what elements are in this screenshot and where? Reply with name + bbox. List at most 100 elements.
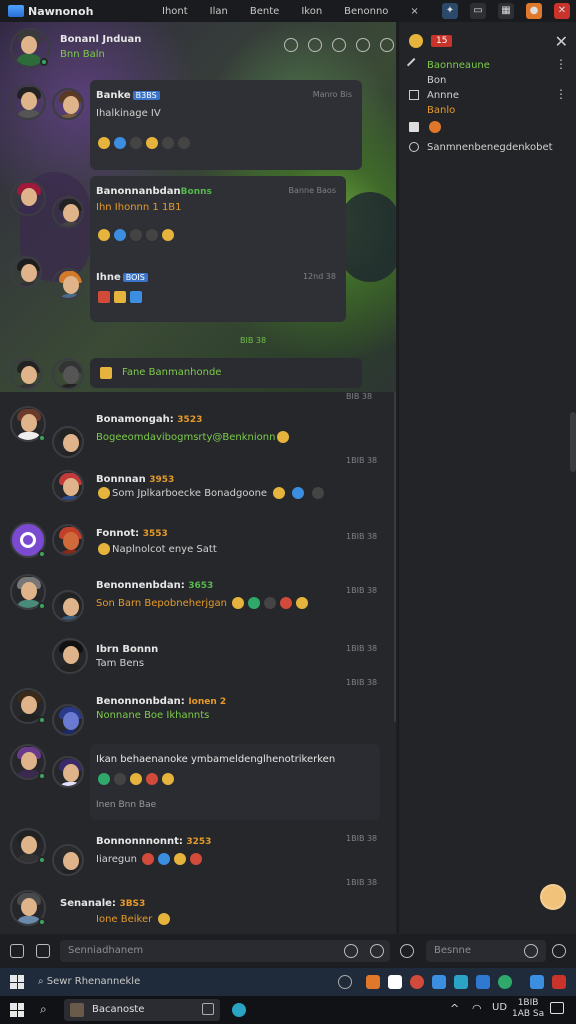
pin-icon[interactable] (356, 38, 370, 52)
avatar[interactable] (10, 84, 46, 120)
mail-icon[interactable] (476, 975, 490, 989)
window-icon[interactable]: ▭ (470, 3, 486, 19)
menu-item-4[interactable]: Ikon (297, 4, 326, 19)
avatar[interactable] (52, 358, 84, 390)
emoji-icon[interactable] (524, 944, 538, 958)
panel-item[interactable]: Baonneaune Bon ⋮ (406, 57, 567, 88)
folder-icon[interactable] (366, 975, 380, 989)
edge-icon[interactable] (232, 1003, 246, 1017)
search-icon[interactable]: ⌕ (38, 976, 44, 987)
avatar[interactable] (52, 756, 84, 788)
panel-scrollbar[interactable] (570, 412, 576, 472)
chat-icon[interactable] (530, 975, 544, 989)
message-author[interactable]: Benonnenbdan: (96, 580, 185, 591)
chat-scrollbar[interactable] (394, 392, 396, 722)
spotify-icon[interactable] (498, 975, 512, 989)
notification-center-icon[interactable] (550, 1002, 564, 1014)
more-options-icon[interactable]: ⋮ (555, 58, 567, 70)
search-icon[interactable]: ⌕ (40, 1002, 47, 1017)
reaction-row[interactable] (96, 772, 176, 785)
message-author[interactable]: Banonnanbdan (96, 186, 181, 197)
power-icon[interactable] (552, 975, 566, 989)
edge-icon[interactable] (454, 975, 468, 989)
windows-start-icon[interactable] (10, 975, 24, 989)
avatar[interactable] (52, 844, 84, 876)
reaction-row[interactable] (96, 228, 176, 241)
side-panel: 15 ✕ Baonneaune Bon ⋮ Annne Banlo ⋮ Sanmne… (398, 22, 576, 934)
avatar[interactable] (52, 268, 84, 300)
reaction-row[interactable] (96, 136, 192, 149)
panel-item[interactable]: Annne Banlo ⋮ (409, 88, 567, 118)
avatar[interactable] (10, 180, 46, 216)
message-subtext: Inen Bnn Bae (96, 800, 157, 810)
panel-item[interactable]: Sanmnenbenegdenkobet (409, 140, 567, 155)
menu-item-2[interactable]: Ilan (206, 4, 232, 19)
globe-icon[interactable] (370, 944, 384, 958)
message-bubble: Banke B3BS Manro Bis Ihalkinage IV (90, 80, 362, 170)
message-author[interactable]: Banke (96, 90, 131, 101)
message-author[interactable]: Senanale: (60, 898, 116, 909)
chevron-up-icon[interactable]: ^ (450, 1002, 459, 1015)
message-bubble: Ikan behaenanoke ymbameldenglhenotrikerk… (90, 744, 380, 820)
app-icon[interactable] (388, 975, 402, 989)
calendar-icon[interactable]: ▦ (498, 3, 514, 19)
avatar[interactable] (52, 590, 84, 622)
more-options-icon[interactable]: ⋮ (555, 88, 567, 100)
share-icon[interactable] (284, 38, 298, 52)
message-author[interactable]: Bonnonnnonnt: (96, 836, 183, 847)
message-author[interactable]: Benonnonbdan: (96, 696, 185, 707)
close-icon[interactable]: ✕ (555, 32, 568, 51)
close-window-icon[interactable]: ✕ (554, 3, 570, 19)
message-bubble: BanonnanbdanBonns Banne Baos Ihn Ihonnn … (90, 176, 346, 322)
emoji-picker-button[interactable] (540, 884, 566, 910)
avatar[interactable] (10, 256, 42, 288)
message-author[interactable]: Ihne (96, 272, 121, 283)
attach-icon[interactable] (10, 944, 24, 958)
avatar[interactable] (52, 88, 84, 120)
avatar[interactable] (52, 704, 84, 736)
message-author[interactable]: Ibrn Bonnn (96, 644, 158, 655)
menu-close-icon[interactable]: × (406, 4, 422, 19)
message-author[interactable]: Bonamongah: (96, 414, 174, 425)
taskbar-window[interactable]: Bacanoste (64, 999, 220, 1021)
avatar[interactable] (10, 358, 42, 390)
message-author[interactable]: Fonnot: (96, 528, 139, 539)
windows-start-icon[interactable] (10, 1003, 24, 1017)
header-status: Bnn Baln (60, 49, 105, 60)
pin-icon[interactable]: ✦ (442, 3, 458, 19)
avatar[interactable] (52, 196, 84, 228)
chat-app-icon[interactable] (338, 975, 352, 989)
store-icon[interactable] (432, 975, 446, 989)
system-taskbar: ⌕ Bacanoste ^ ◠ UD 1BIB 1AB Sa (0, 996, 576, 1024)
message-row: Ikan behaenanoke ymbameldenglhenotrikerk… (0, 744, 396, 843)
at-icon[interactable] (332, 38, 346, 52)
wifi-icon[interactable]: ◠ (472, 1002, 482, 1015)
level-badge: 3523 (177, 415, 203, 425)
avatar[interactable] (52, 638, 88, 674)
avatar[interactable] (52, 470, 84, 502)
panel-item-title: Annne (427, 90, 460, 101)
menu-item-1[interactable]: Ihont (158, 4, 192, 19)
tag-icon[interactable] (380, 38, 394, 52)
info-icon[interactable] (308, 38, 322, 52)
menu-item-5[interactable]: Benonno (340, 4, 392, 19)
timestamp: BIB 38 (346, 392, 373, 401)
avatar[interactable] (52, 426, 84, 458)
message-author[interactable]: Bonnnan (96, 474, 146, 485)
message-input[interactable]: Senniadhanem (60, 940, 390, 962)
language-indicator[interactable]: UD (492, 1002, 507, 1013)
reaction-row[interactable] (96, 290, 144, 303)
browser-icon[interactable] (410, 975, 424, 989)
image-icon[interactable] (36, 944, 50, 958)
clock[interactable]: 1BIB 1AB Sa (512, 998, 544, 1020)
menu-item-3[interactable]: Bente (246, 4, 283, 19)
send-icon[interactable] (552, 944, 566, 958)
notification-icon[interactable]: ● (526, 3, 542, 19)
clock-icon[interactable] (344, 944, 358, 958)
taskbar-search[interactable]: Sewr Rhenannekle (47, 976, 140, 987)
settings-icon[interactable] (400, 944, 414, 958)
avatar[interactable] (52, 524, 84, 556)
message-row: Benonnenbdan: 3653 Son Barn Bepobneherjg… (0, 574, 396, 653)
level-badge: 3253 (186, 837, 212, 847)
panel-item[interactable] (409, 120, 567, 135)
